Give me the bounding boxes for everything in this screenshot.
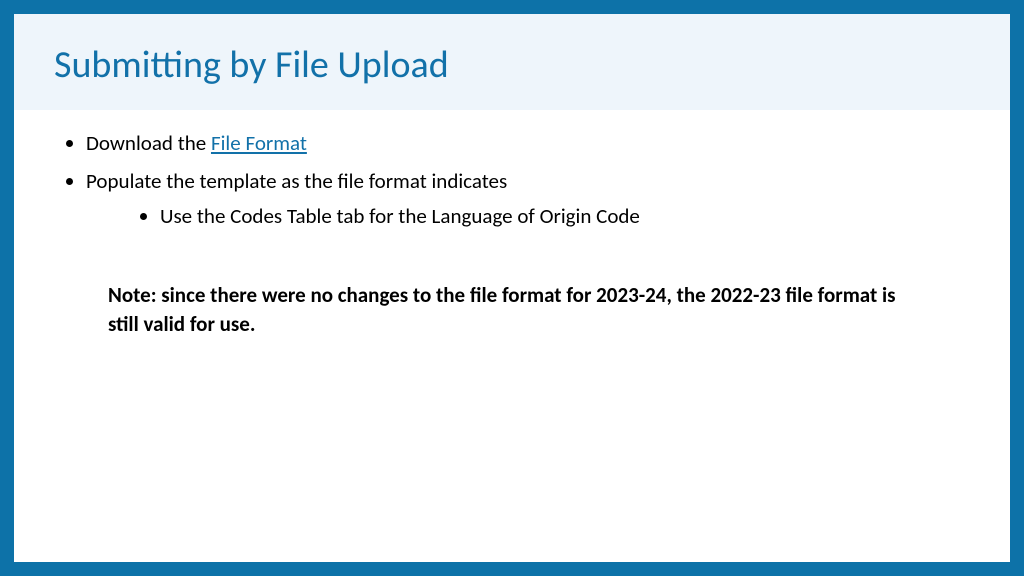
content-area: Download the File Format Populate the te… — [14, 110, 1010, 338]
list-item: Download the File Format — [86, 128, 960, 158]
bullet-text: Populate the template as the file format… — [86, 168, 507, 194]
bullet-text: Use the Codes Table tab for the Language… — [160, 203, 640, 229]
bullet-text: Download the — [86, 130, 211, 156]
list-item: Use the Codes Table tab for the Language… — [160, 201, 960, 231]
page-title: Submitting by File Upload — [54, 42, 970, 88]
note-text: Note: since there were no changes to the… — [108, 281, 916, 338]
list-item: Populate the template as the file format… — [86, 166, 960, 231]
title-band: Submitting by File Upload — [14, 14, 1010, 110]
file-format-link[interactable]: File Format — [211, 130, 307, 156]
bullet-list: Download the File Format Populate the te… — [64, 128, 960, 231]
slide: Submitting by File Upload Download the F… — [14, 14, 1010, 562]
sub-bullet-list: Use the Codes Table tab for the Language… — [86, 201, 960, 231]
